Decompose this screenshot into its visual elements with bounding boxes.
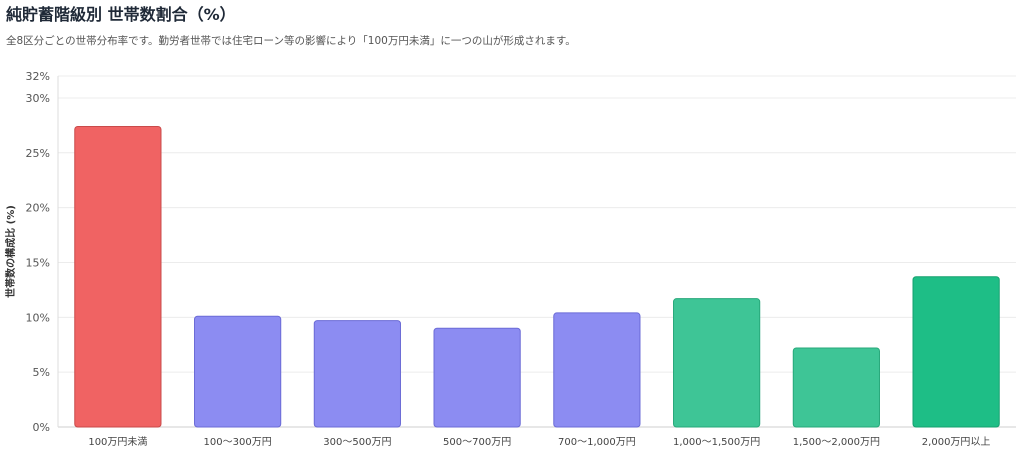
bar-5[interactable]: [553, 312, 641, 428]
y-axis: 0% 5% 10% 15% 20% 25% 30% 32%: [26, 70, 59, 434]
y-tick-label: 30%: [26, 92, 50, 105]
y-tick-label: 10%: [26, 311, 50, 324]
y-axis-label: 世帯数の構成比 (%): [4, 205, 17, 298]
bar-8[interactable]: [912, 276, 1000, 428]
bar-7[interactable]: [792, 347, 880, 428]
chart-subtitle: 全8区分ごとの世帯分布率です。勤労者世帯では住宅ローン等の影響により「100万円…: [6, 35, 576, 47]
bar-6[interactable]: [673, 298, 761, 428]
x-tick-label: 1,500〜2,000万円: [793, 437, 880, 448]
x-tick-label: 100万円未満: [88, 436, 147, 448]
x-tick-label: 100〜300万円: [204, 437, 272, 448]
y-tick-label: 20%: [26, 202, 50, 215]
chart-area: 0% 5% 10% 15% 20% 25% 30% 32% 100万円未満 100〜300万円 3…: [0, 60, 1024, 456]
x-tick-label: 500〜700万円: [443, 437, 511, 448]
y-tick-label: 32%: [26, 70, 50, 83]
x-tick-label: 2,000万円以上: [922, 436, 991, 448]
x-tick-label: 300〜500万円: [323, 437, 391, 448]
chart-title: 純貯蓄階級別 世帯数割合（%）: [6, 5, 236, 24]
bar-3[interactable]: [313, 320, 401, 428]
y-tick-label: 25%: [26, 147, 50, 160]
x-tick-label: 1,000〜1,500万円: [673, 437, 760, 448]
x-axis: 100万円未満 100〜300万円 300〜500万円 500〜700万円 700〜1,…: [88, 436, 990, 448]
x-tick-label: 700〜1,000万円: [558, 437, 636, 448]
bars: [74, 125, 1000, 428]
bar-2[interactable]: [194, 315, 282, 428]
y-tick-label: 15%: [26, 256, 50, 269]
y-tick-label: 0%: [33, 421, 50, 434]
bar-chart: 0% 5% 10% 15% 20% 25% 30% 32% 100万円未満 100〜300万円 3…: [4, 70, 1016, 448]
bar-4[interactable]: [433, 327, 521, 428]
chart-header: 純貯蓄階級別 世帯数割合（%） 全8区分ごとの世帯分布率です。勤労者世帯では住宅…: [6, 4, 1016, 48]
y-tick-label: 5%: [33, 366, 50, 379]
bar-1[interactable]: [74, 125, 162, 428]
